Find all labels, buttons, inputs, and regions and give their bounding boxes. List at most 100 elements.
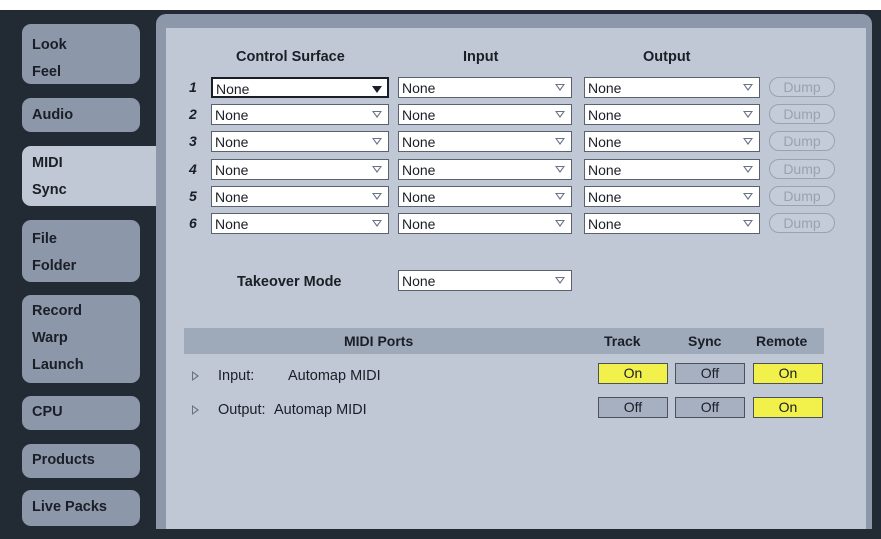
chevron-down-icon bbox=[372, 220, 382, 227]
surface-row-number: 4 bbox=[189, 161, 197, 177]
chevron-down-icon bbox=[372, 138, 382, 145]
chevron-down-icon bbox=[743, 138, 753, 145]
track-column-header: Track bbox=[604, 333, 641, 349]
tab-record-warp-launch[interactable]: Record Warp Launch bbox=[22, 295, 140, 383]
dropdown-value: None bbox=[215, 216, 249, 232]
dropdown-value: None bbox=[588, 189, 622, 205]
chevron-down-icon bbox=[555, 84, 565, 91]
midi-port-row-output: Output: Automap MIDI Off Off On bbox=[184, 397, 824, 423]
input-dropdown[interactable]: None bbox=[398, 186, 572, 207]
port-device: Automap MIDI bbox=[274, 402, 367, 418]
port-device: Automap MIDI bbox=[288, 368, 381, 384]
input-track-toggle[interactable]: On bbox=[598, 363, 668, 384]
control-surface-dropdown[interactable]: None bbox=[211, 131, 389, 152]
chevron-down-icon bbox=[555, 193, 565, 200]
tab-audio[interactable]: Audio bbox=[22, 98, 140, 132]
tab-label: Audio bbox=[32, 107, 74, 123]
dropdown-value: None bbox=[215, 189, 249, 205]
tab-file-folder[interactable]: File Folder bbox=[22, 220, 140, 282]
output-remote-toggle[interactable]: On bbox=[753, 397, 823, 418]
tab-label: Live Packs bbox=[32, 499, 107, 515]
output-dropdown[interactable]: None bbox=[584, 186, 760, 207]
output-dropdown[interactable]: None bbox=[584, 159, 760, 180]
chevron-down-icon bbox=[555, 111, 565, 118]
input-sync-toggle[interactable]: Off bbox=[675, 363, 745, 384]
tab-label: Launch bbox=[32, 357, 84, 373]
output-track-toggle[interactable]: Off bbox=[598, 397, 668, 418]
chevron-down-icon bbox=[555, 138, 565, 145]
dump-button[interactable]: Dump bbox=[769, 131, 835, 151]
output-dropdown[interactable]: None bbox=[584, 131, 760, 152]
dump-button[interactable]: Dump bbox=[769, 77, 835, 97]
input-dropdown[interactable]: None bbox=[398, 104, 572, 125]
tab-label: Record bbox=[32, 303, 82, 319]
chevron-down-icon bbox=[743, 84, 753, 91]
output-dropdown[interactable]: None bbox=[584, 77, 760, 98]
control-surface-dropdown[interactable]: None bbox=[211, 77, 389, 98]
output-sync-toggle[interactable]: Off bbox=[675, 397, 745, 418]
dropdown-value: None bbox=[402, 189, 436, 205]
chevron-down-icon bbox=[372, 111, 382, 118]
control-surface-dropdown[interactable]: None bbox=[211, 213, 389, 234]
expand-triangle-icon[interactable] bbox=[192, 405, 199, 415]
tab-look-feel[interactable]: Look Feel bbox=[22, 24, 140, 84]
surface-row-number: 3 bbox=[189, 133, 197, 149]
tab-live-packs[interactable]: Live Packs bbox=[22, 490, 140, 526]
dropdown-value: None bbox=[402, 80, 436, 96]
control-surface-dropdown[interactable]: None bbox=[211, 159, 389, 180]
surface-row-number: 1 bbox=[189, 79, 197, 95]
dropdown-value: None bbox=[215, 162, 249, 178]
surface-row-number: 6 bbox=[189, 215, 197, 231]
port-direction: Input: bbox=[218, 368, 255, 384]
midi-ports-header: MIDI Ports Track Sync Remote bbox=[184, 328, 824, 354]
sync-column-header: Sync bbox=[688, 333, 722, 349]
dropdown-value: None bbox=[588, 80, 622, 96]
midi-port-row-input: Input: Automap MIDI On Off On bbox=[184, 363, 824, 389]
tab-label: Warp bbox=[32, 330, 68, 346]
surface-row-number: 2 bbox=[189, 106, 197, 122]
tab-products[interactable]: Products bbox=[22, 444, 140, 478]
midi-ports-title: MIDI Ports bbox=[344, 333, 414, 349]
chevron-down-icon bbox=[555, 220, 565, 227]
output-dropdown[interactable]: None bbox=[584, 104, 760, 125]
dropdown-value: None bbox=[588, 107, 622, 123]
tab-label: CPU bbox=[32, 404, 63, 420]
dropdown-value: None bbox=[588, 134, 622, 150]
dump-button[interactable]: Dump bbox=[769, 159, 835, 179]
chevron-down-icon bbox=[743, 111, 753, 118]
surface-row-number: 5 bbox=[189, 188, 197, 204]
dump-button[interactable]: Dump bbox=[769, 104, 835, 124]
dropdown-value: None bbox=[402, 216, 436, 232]
takeover-mode-dropdown[interactable]: None bbox=[398, 270, 572, 291]
tab-label: Look bbox=[32, 37, 67, 53]
tab-label: File bbox=[32, 231, 57, 247]
control-surface-header: Control Surface bbox=[236, 49, 345, 65]
remote-column-header: Remote bbox=[756, 333, 808, 349]
chevron-down-icon bbox=[372, 166, 382, 173]
expand-triangle-icon[interactable] bbox=[192, 371, 199, 381]
output-header: Output bbox=[643, 49, 691, 65]
input-dropdown[interactable]: None bbox=[398, 213, 572, 234]
takeover-mode-label: Takeover Mode bbox=[237, 274, 342, 290]
chevron-down-icon bbox=[743, 193, 753, 200]
input-remote-toggle[interactable]: On bbox=[753, 363, 823, 384]
tab-label: Products bbox=[32, 452, 95, 468]
dump-button[interactable]: Dump bbox=[769, 186, 835, 206]
input-dropdown[interactable]: None bbox=[398, 77, 572, 98]
dropdown-value: None bbox=[402, 134, 436, 150]
tab-label: Folder bbox=[32, 258, 77, 274]
input-header: Input bbox=[463, 49, 499, 65]
input-dropdown[interactable]: None bbox=[398, 159, 572, 180]
control-surface-dropdown[interactable]: None bbox=[211, 104, 389, 125]
chevron-down-icon bbox=[743, 220, 753, 227]
dropdown-value: None bbox=[588, 216, 622, 232]
input-dropdown[interactable]: None bbox=[398, 131, 572, 152]
dump-button[interactable]: Dump bbox=[769, 213, 835, 233]
chevron-down-icon bbox=[555, 277, 565, 284]
chevron-down-icon bbox=[372, 193, 382, 200]
tab-cpu[interactable]: CPU bbox=[22, 396, 140, 430]
output-dropdown[interactable]: None bbox=[584, 213, 760, 234]
control-surface-dropdown[interactable]: None bbox=[211, 186, 389, 207]
dropdown-value: None bbox=[402, 162, 436, 178]
dropdown-value: None bbox=[588, 162, 622, 178]
